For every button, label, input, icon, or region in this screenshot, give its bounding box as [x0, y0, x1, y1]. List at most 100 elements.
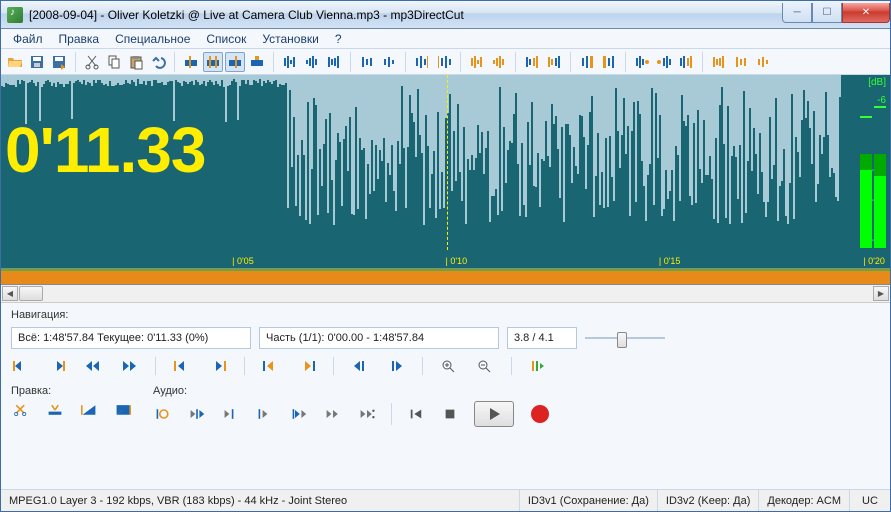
play-sel-start-icon[interactable] — [187, 405, 207, 423]
edit-trim-icon[interactable] — [45, 401, 65, 419]
status-uc: UC — [850, 490, 890, 511]
menu-settings[interactable]: Установки — [254, 30, 326, 48]
marker3-icon[interactable] — [225, 52, 245, 72]
scroll-thumb[interactable] — [19, 286, 43, 301]
horizontal-scrollbar[interactable]: ◀ ▶ — [1, 285, 890, 303]
nav-step-back-icon[interactable] — [350, 357, 370, 375]
waveform-display[interactable]: 0'11.33 [dB] -6 -12 -18 -48 | 0'05| 0'10… — [1, 75, 890, 269]
control-panel: Навигация: Всё: 1:48'57.84 Текущее: 0'11… — [1, 303, 890, 489]
menu-edit[interactable]: Правка — [51, 30, 108, 48]
status-format: MPEG1.0 Layer 3 - 192 kbps, VBR (183 kbp… — [1, 490, 520, 511]
timecode-display: 0'11.33 — [5, 113, 205, 187]
status-id3v1: ID3v1 (Сохранение: Да) — [520, 490, 658, 511]
title-bar: [2008-09-04] - Oliver Koletzki @ Live at… — [1, 1, 890, 29]
app-icon — [7, 7, 23, 23]
playhead-marker — [447, 75, 448, 250]
play-to-icon[interactable] — [255, 405, 275, 423]
edit-group: Правка: — [11, 385, 133, 427]
play-skip2-icon[interactable] — [357, 405, 377, 423]
menu-list[interactable]: Список — [198, 30, 254, 48]
window-title: [2008-09-04] - Oliver Koletzki @ Live at… — [29, 8, 782, 22]
play-from-icon[interactable] — [221, 405, 241, 423]
wf-icon-12[interactable] — [577, 52, 597, 72]
selection-strip[interactable] — [1, 269, 890, 285]
wf-icon-2[interactable] — [302, 52, 322, 72]
nav-all-field[interactable]: Всё: 1:48'57.84 Текущее: 0'11.33 (0%) — [11, 327, 251, 349]
status-decoder: Декодер: ACM — [759, 490, 850, 511]
undo-icon[interactable] — [148, 52, 168, 72]
menu-special[interactable]: Специальное — [107, 30, 198, 48]
play-button[interactable] — [474, 401, 514, 427]
wf-icon-10[interactable] — [522, 52, 542, 72]
nav-prev-marker-icon[interactable] — [172, 357, 192, 375]
record-button[interactable] — [528, 402, 552, 426]
nav-last-icon[interactable] — [47, 357, 67, 375]
status-bar: MPEG1.0 Layer 3 - 192 kbps, VBR (183 kbp… — [1, 489, 890, 511]
edit-fade-in-icon[interactable] — [79, 401, 99, 419]
stop-icon[interactable] — [440, 405, 460, 423]
wf-icon-19[interactable] — [753, 52, 773, 72]
edit-label: Правка: — [11, 385, 133, 397]
menu-help[interactable]: ? — [327, 30, 350, 48]
copy-icon[interactable] — [104, 52, 124, 72]
timeline-ruler: | 0'05| 0'10| 0'15| 0'20 — [1, 250, 890, 268]
nav-buttons — [11, 357, 880, 375]
wf-icon-11[interactable] — [544, 52, 564, 72]
edit-cut-icon[interactable] — [11, 401, 31, 419]
wf-icon-5[interactable] — [379, 52, 399, 72]
wf-icon-17[interactable] — [709, 52, 729, 72]
nav-next-marker-icon[interactable] — [208, 357, 228, 375]
nav-zoom-field[interactable]: 3.8 / 4.1 — [507, 327, 577, 349]
cut-icon[interactable] — [82, 52, 102, 72]
wf-icon-13[interactable] — [599, 52, 619, 72]
nav-rewind-icon[interactable] — [83, 357, 103, 375]
nav-label: Навигация: — [11, 309, 880, 321]
marker2-icon[interactable] — [203, 52, 223, 72]
minimize-button[interactable]: ─ — [782, 3, 812, 23]
nav-part-field[interactable]: Часть (1/1): 0'00.00 - 1:48'57.84 — [259, 327, 499, 349]
wf-icon-7[interactable] — [434, 52, 454, 72]
play-skip-icon[interactable] — [323, 405, 343, 423]
scroll-left-icon[interactable]: ◀ — [2, 286, 18, 301]
wf-icon-8[interactable] — [467, 52, 487, 72]
audio-label: Аудио: — [153, 385, 552, 397]
nav-first-icon[interactable] — [11, 357, 31, 375]
zoom-in-icon[interactable] — [439, 357, 459, 375]
wf-icon-18[interactable] — [731, 52, 751, 72]
zoom-out-icon[interactable] — [475, 357, 495, 375]
loop-icon[interactable] — [153, 405, 173, 423]
wf-icon-1[interactable] — [280, 52, 300, 72]
save-icon[interactable] — [27, 52, 47, 72]
nav-next-cut-icon[interactable] — [297, 357, 317, 375]
menu-file[interactable]: Файл — [5, 30, 51, 48]
save-sel-icon[interactable] — [49, 52, 69, 72]
window-controls: ─ ☐ ✕ — [782, 3, 890, 23]
wf-icon-4[interactable] — [357, 52, 377, 72]
nav-prev-cut-icon[interactable] — [261, 357, 281, 375]
prev-track-icon[interactable] — [406, 405, 426, 423]
close-button[interactable]: ✕ — [842, 3, 890, 23]
zoom-slider[interactable] — [585, 328, 665, 348]
maximize-button[interactable]: ☐ — [812, 3, 842, 23]
wf-icon-15[interactable] — [654, 52, 674, 72]
nav-forward-icon[interactable] — [119, 357, 139, 375]
menu-bar: Файл Правка Специальное Список Установки… — [1, 29, 890, 49]
paste-icon[interactable] — [126, 52, 146, 72]
marker-tool-icon[interactable] — [528, 357, 548, 375]
status-id3v2: ID3v2 (Keep: Да) — [658, 490, 760, 511]
toolbar — [1, 49, 890, 75]
open-icon[interactable] — [5, 52, 25, 72]
play-sel-end-icon[interactable] — [289, 405, 309, 423]
wf-icon-16[interactable] — [676, 52, 696, 72]
wf-icon-9[interactable] — [489, 52, 509, 72]
edit-fade-out-icon[interactable] — [113, 401, 133, 419]
marker1-icon[interactable] — [181, 52, 201, 72]
scroll-right-icon[interactable]: ▶ — [873, 286, 889, 301]
vu-meter — [858, 78, 888, 248]
nav-step-fwd-icon[interactable] — [386, 357, 406, 375]
wf-icon-6[interactable] — [412, 52, 432, 72]
wf-icon-14[interactable] — [632, 52, 652, 72]
audio-group: Аудио: — [153, 385, 552, 427]
marker4-icon[interactable] — [247, 52, 267, 72]
wf-icon-3[interactable] — [324, 52, 344, 72]
